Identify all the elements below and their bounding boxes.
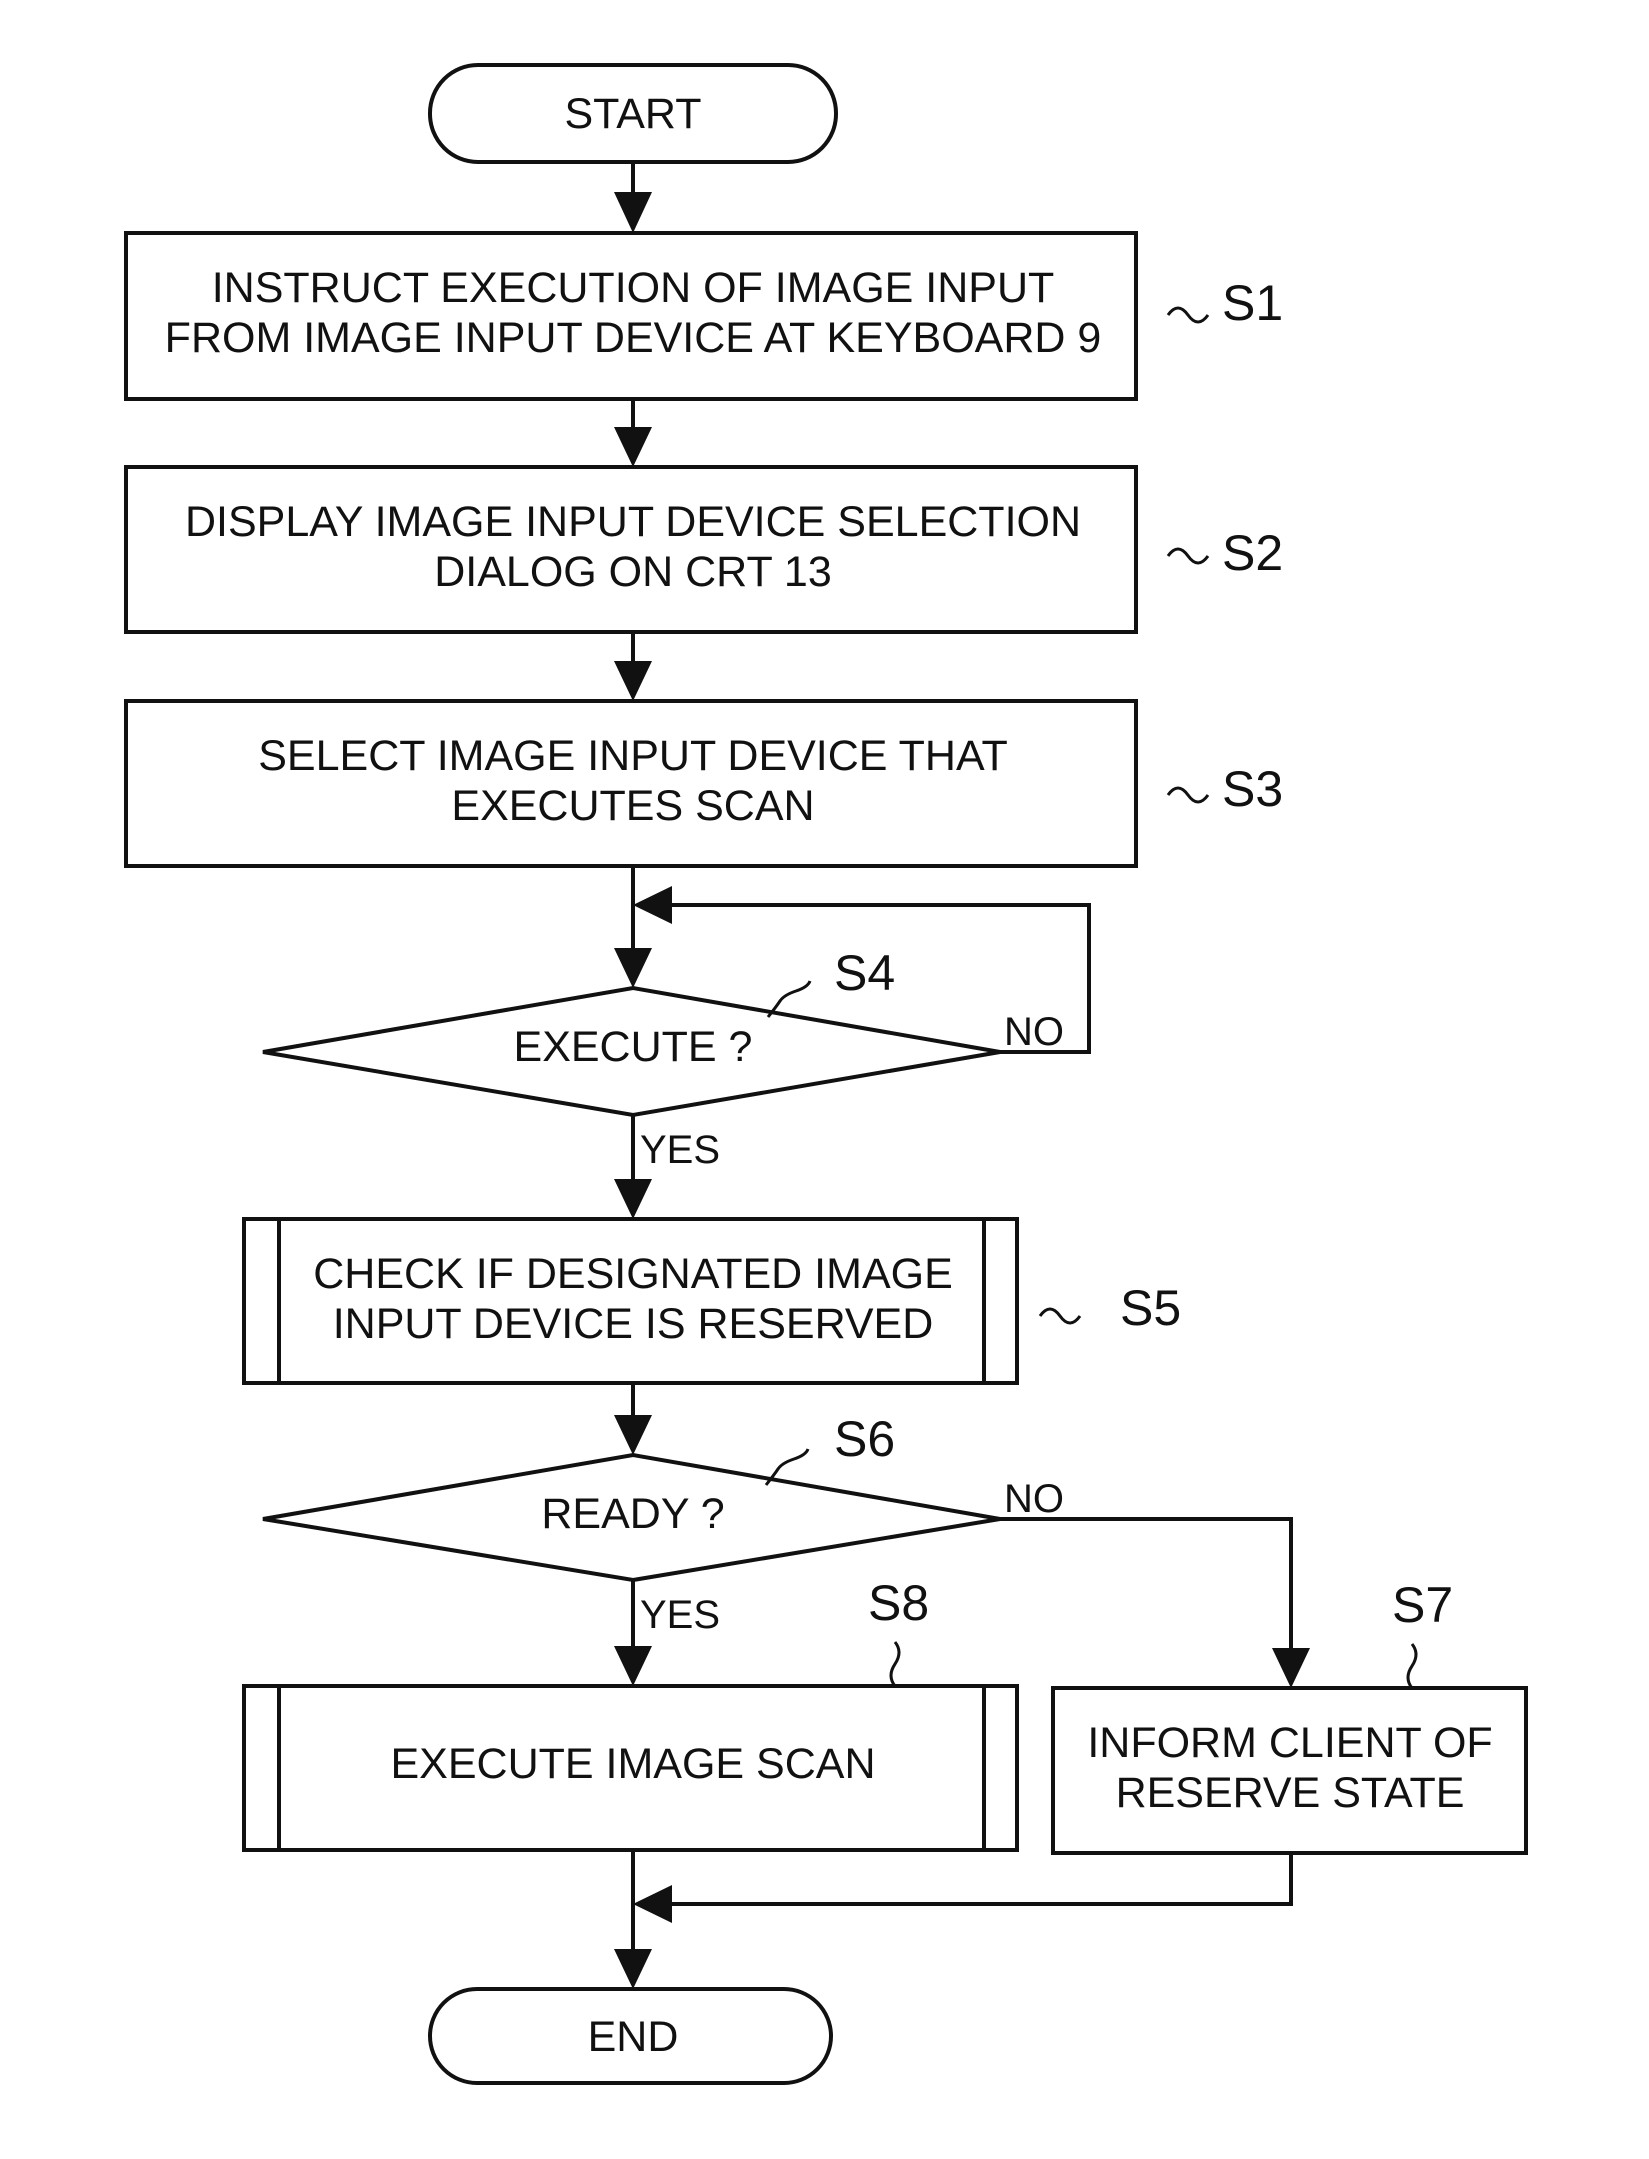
arrowhead-icon [614, 1646, 652, 1686]
s4-no-label: NO [1004, 1010, 1064, 1054]
edge-s6-s7 [1000, 1517, 1293, 1660]
step-label-s2: S2 [1222, 525, 1283, 581]
leader-squiggle-icon [889, 1641, 901, 1687]
s4-yes-label: YES [640, 1128, 720, 1172]
leader-squiggle-icon [1038, 1307, 1082, 1325]
s6-no-label: NO [1004, 1477, 1064, 1521]
s5-text-line-1: CHECK IF DESIGNATED IMAGE [313, 1250, 953, 1298]
step-label-s3: S3 [1222, 761, 1283, 817]
node-s5: CHECK IF DESIGNATED IMAGE INPUT DEVICE I… [242, 1217, 1181, 1385]
node-s4: EXECUTE ? S4 NO YES [262, 945, 1064, 1172]
step-label-s6: S6 [834, 1411, 895, 1467]
arrowhead-icon [1272, 1648, 1310, 1688]
s1-text-line-1: INSTRUCT EXECUTION OF IMAGE INPUT [212, 264, 1055, 312]
node-s2: DISPLAY IMAGE INPUT DEVICE SELECTION DIA… [124, 465, 1283, 634]
node-start: START [428, 63, 838, 164]
arrowhead-icon [614, 1179, 652, 1219]
end-label: END [588, 2013, 679, 2061]
node-end: END [428, 1987, 833, 2085]
arrowhead-icon [614, 948, 652, 988]
s6-question: READY ? [541, 1490, 724, 1538]
step-label-s7: S7 [1392, 1577, 1453, 1633]
s5-text-line-2: INPUT DEVICE IS RESERVED [333, 1300, 934, 1348]
arrowhead-icon [614, 427, 652, 467]
flowchart: START INSTRUCT EXECUTION OF IMAGE INPUT … [124, 63, 1528, 2085]
arrowhead-icon [614, 1415, 652, 1455]
s3-text-line-1: SELECT IMAGE INPUT DEVICE THAT [258, 732, 1007, 780]
s2-text-line-2: DIALOG ON CRT 13 [434, 548, 831, 596]
leader-squiggle-icon [1406, 1643, 1418, 1689]
s7-text-line-1: INFORM CLIENT OF [1087, 1719, 1492, 1767]
leader-squiggle-icon [1166, 306, 1210, 324]
leader-squiggle-icon [1166, 547, 1210, 565]
node-s3: SELECT IMAGE INPUT DEVICE THAT EXECUTES … [124, 699, 1283, 868]
node-s6: READY ? S6 NO YES [262, 1411, 1064, 1637]
arrowhead-icon [614, 192, 652, 233]
arrowhead-icon [633, 1885, 672, 1923]
s6-yes-label: YES [640, 1593, 720, 1637]
arrowhead-icon [614, 1949, 652, 1989]
s1-text-line-2: FROM IMAGE INPUT DEVICE AT KEYBOARD 9 [165, 314, 1102, 362]
s3-text-line-2: EXECUTES SCAN [451, 782, 814, 830]
s7-text-line-2: RESERVE STATE [1116, 1769, 1465, 1817]
arrowhead-icon [614, 661, 652, 701]
step-label-s8: S8 [868, 1575, 929, 1631]
leader-squiggle-icon [1166, 786, 1210, 804]
step-label-s1: S1 [1222, 275, 1283, 331]
step-label-s5: S5 [1120, 1280, 1181, 1336]
s8-text-line-1: EXECUTE IMAGE SCAN [390, 1740, 875, 1788]
start-label: START [565, 90, 702, 138]
s2-text-line-1: DISPLAY IMAGE INPUT DEVICE SELECTION [185, 498, 1081, 546]
node-s1: INSTRUCT EXECUTION OF IMAGE INPUT FROM I… [124, 231, 1283, 401]
s4-question: EXECUTE ? [514, 1023, 753, 1071]
arrowhead-icon [633, 886, 672, 924]
step-label-s4: S4 [834, 945, 895, 1001]
node-s8: EXECUTE IMAGE SCAN S8 [242, 1575, 1019, 1852]
edge-s7-merge [660, 1853, 1293, 1906]
